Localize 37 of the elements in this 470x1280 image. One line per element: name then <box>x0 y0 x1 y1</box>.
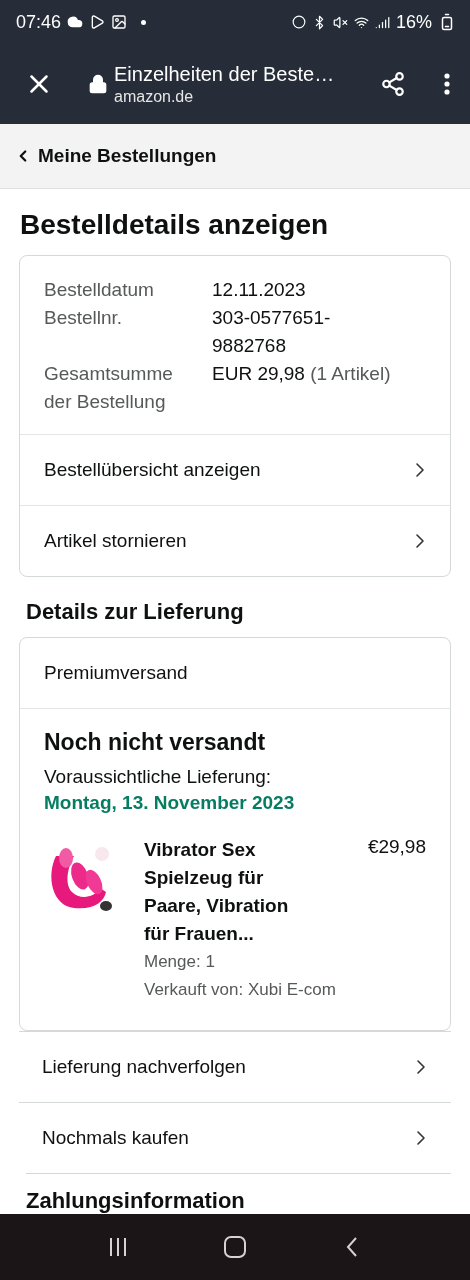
lock-icon <box>88 74 108 94</box>
delivery-status: Noch nicht versandt <box>44 729 267 756</box>
field-value: 12.11.2023 <box>212 278 307 302</box>
field-label: Bestelldatum <box>44 278 155 302</box>
field-value: EUR 29,98 (1 Artikel) <box>212 362 392 386</box>
action-link[interactable]: Lieferung nachverfolgen <box>19 1031 451 1102</box>
signal-icon <box>374 14 390 30</box>
url-text: amazon.de <box>114 87 195 106</box>
field-value: 303-0577651-9882768 <box>212 306 332 358</box>
product-title-link[interactable]: Vibrator Sex Spielzeug für Paare, Vibration für Frauen... <box>144 836 314 948</box>
section-heading: Details zur Lieferung <box>26 599 245 625</box>
battery-percentage: 16% <box>395 11 432 33</box>
order-link[interactable]: Bestellübersicht anzeigen <box>20 434 450 505</box>
more-options-icon <box>444 73 450 95</box>
field-label: Bestellnr. <box>44 306 124 330</box>
wifi-icon <box>353 14 369 30</box>
item-count: (1 Artikel) <box>310 363 391 384</box>
delivery-label: Voraussichtliche Lieferung: <box>44 765 273 789</box>
clock-time: 07:46 <box>16 11 62 33</box>
product-price: €29,98 <box>367 836 426 859</box>
action-link[interactable]: Nochmals kaufen <box>19 1102 451 1173</box>
quantity-text: Menge: 1 <box>144 951 216 973</box>
play-icon <box>89 14 106 30</box>
share-icon <box>380 71 406 97</box>
cloud-icon <box>67 14 84 30</box>
seller-text: Verkauft von: Xubi E-com <box>144 979 337 1001</box>
home-icon <box>223 1235 247 1259</box>
page-title: Einzelheiten der Beste… <box>114 62 336 86</box>
order-link[interactable]: Artikel stornieren <box>20 505 450 576</box>
field-label: Gesamtsumme der Bestellung <box>44 362 174 414</box>
shipping-method: Premiumversand <box>20 638 450 709</box>
back-link[interactable]: Meine Bestellungen <box>14 145 217 167</box>
delivery-date: Montag, 13. November 2023 <box>44 791 296 815</box>
page-heading: Bestelldetails anzeigen <box>20 209 330 241</box>
mute-icon <box>332 14 348 30</box>
image-icon <box>111 14 128 30</box>
notification-dot-icon <box>141 19 147 25</box>
